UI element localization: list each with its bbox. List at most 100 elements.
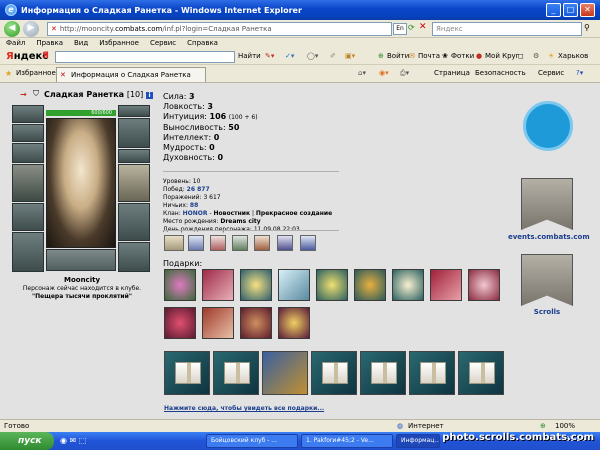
- help-icon[interactable]: ?▾: [576, 69, 583, 77]
- gift-item[interactable]: [164, 269, 196, 301]
- gift-box[interactable]: [311, 351, 357, 395]
- yandex-find-button[interactable]: Найти: [238, 52, 261, 60]
- mooncity-logo-icon[interactable]: [523, 101, 573, 151]
- search-placeholder: Яндекс: [436, 25, 463, 33]
- print-icon[interactable]: ⎙▾: [400, 69, 409, 78]
- yandex-login[interactable]: Войти: [387, 52, 409, 60]
- menu-help[interactable]: Справка: [187, 38, 218, 49]
- emblem-slot[interactable]: [46, 249, 116, 271]
- gift-box[interactable]: [262, 351, 308, 395]
- start-button[interactable]: пуск: [0, 432, 54, 450]
- stats-block: Сила: 3 Ловкость: 3 Интуиция: 106 (100 +…: [163, 92, 258, 163]
- gift-item[interactable]: [468, 269, 500, 301]
- clan-shield-icon: ⛉: [33, 89, 39, 98]
- gift-item[interactable]: [164, 307, 196, 339]
- chat-icon[interactable]: ◯▾: [307, 52, 318, 60]
- search-icon[interactable]: ⚲: [584, 23, 590, 32]
- zoom-text[interactable]: 100%: [555, 420, 575, 432]
- task-button-active[interactable]: Информац...: [396, 434, 440, 448]
- menu-file[interactable]: Файл: [6, 38, 25, 49]
- effect-shield-icon[interactable]: [300, 235, 316, 251]
- gift-box[interactable]: [360, 351, 406, 395]
- earring-slot[interactable]: [118, 105, 150, 117]
- minimize-button[interactable]: _: [546, 3, 561, 17]
- gift-item[interactable]: [316, 269, 348, 301]
- info-icon[interactable]: i: [146, 92, 154, 99]
- belt-slot[interactable]: [12, 232, 44, 272]
- tools-menu[interactable]: Сервис: [538, 69, 564, 77]
- maximize-button[interactable]: □: [563, 3, 578, 17]
- scrolls-banner-icon[interactable]: [521, 254, 573, 306]
- bookmark-icon[interactable]: ✓▾: [285, 52, 294, 60]
- clan-link[interactable]: HONOR: [183, 210, 208, 217]
- yandex-mycircle[interactable]: Мой Круг: [485, 52, 519, 60]
- home-icon[interactable]: ⌂▾: [358, 69, 366, 77]
- gift-item[interactable]: [240, 307, 272, 339]
- more-gifts-link[interactable]: Нажмите сюда, чтобы увидеть все подарки.…: [164, 405, 324, 412]
- pen-icon[interactable]: ✐: [330, 52, 336, 60]
- gift-box[interactable]: [409, 351, 455, 395]
- rings-slot[interactable]: [118, 149, 150, 163]
- menu-view[interactable]: Вид: [74, 38, 88, 49]
- effect-shield-icon[interactable]: [254, 235, 270, 251]
- events-banner-icon[interactable]: [521, 178, 573, 230]
- favorites-button[interactable]: Избранное: [16, 69, 56, 77]
- gift-item[interactable]: [354, 269, 386, 301]
- gift-item[interactable]: [430, 269, 462, 301]
- events-link[interactable]: events.combats.com: [508, 233, 590, 241]
- helmet-slot[interactable]: [12, 105, 44, 123]
- menu-edit[interactable]: Правка: [36, 38, 63, 49]
- character-title: Сладкая Ранетка [10] i: [44, 90, 154, 99]
- menu-tools[interactable]: Сервис: [150, 38, 176, 49]
- menu-favorites[interactable]: Избранное: [99, 38, 139, 49]
- address-bar[interactable]: ✕ http://mooncity. combats.com/inf.pl?log…: [47, 22, 392, 36]
- yandex-city[interactable]: Харьков: [558, 52, 588, 60]
- toolbar-icon[interactable]: ▣▾: [345, 52, 355, 60]
- gift-box[interactable]: [213, 351, 259, 395]
- yandex-mail[interactable]: Почта: [418, 52, 440, 60]
- gift-item[interactable]: [392, 269, 424, 301]
- stop-icon[interactable]: ✕: [419, 22, 427, 32]
- effect-shield-icon[interactable]: [188, 235, 204, 251]
- weapon-slot[interactable]: [12, 164, 44, 202]
- boots-slot[interactable]: [118, 242, 150, 272]
- gloves-slot[interactable]: [118, 118, 150, 148]
- marker-icon[interactable]: ✎▾: [265, 52, 274, 60]
- gear-icon[interactable]: ⚙: [533, 52, 539, 60]
- security-menu[interactable]: Безопасность: [475, 69, 526, 77]
- close-button[interactable]: ✕: [580, 3, 595, 17]
- yandex-photos[interactable]: Фотки: [451, 52, 474, 60]
- quicklaunch-icon[interactable]: ◉ ✉ ⬚: [60, 436, 86, 445]
- page-menu[interactable]: Страница: [434, 69, 470, 77]
- gift-box[interactable]: [458, 351, 504, 395]
- effect-shield-icon[interactable]: [210, 235, 226, 251]
- effect-shield-icon[interactable]: [277, 235, 293, 251]
- gift-box[interactable]: [164, 351, 210, 395]
- rss-icon[interactable]: ◉▾: [379, 69, 389, 77]
- refresh-icon[interactable]: ⟳: [408, 23, 415, 32]
- window-title: Информация о Сладкая Ранетка - Windows I…: [21, 5, 302, 15]
- shield-slot[interactable]: [118, 164, 150, 202]
- forward-button[interactable]: ▶: [23, 21, 39, 37]
- gift-item[interactable]: [240, 269, 272, 301]
- back-button[interactable]: ◀: [4, 21, 20, 37]
- tab-info[interactable]: ✕ Информация о Сладкая Ранетка: [56, 67, 206, 82]
- search-input[interactable]: Яндекс: [432, 22, 582, 36]
- effect-scroll-icon[interactable]: [164, 235, 184, 251]
- scrolls-link[interactable]: Scrolls: [508, 308, 586, 316]
- task-button[interactable]: 1. Pakforи#45;2 - Ve...: [301, 434, 393, 448]
- gift-item[interactable]: [202, 307, 234, 339]
- task-button[interactable]: Бойцовский клуб - ...: [206, 434, 298, 448]
- armor-slot[interactable]: [12, 203, 44, 231]
- necklace-slot[interactable]: [12, 124, 44, 142]
- yandex-search-input[interactable]: [55, 51, 235, 63]
- address-prefix: http://mooncity.: [59, 25, 116, 33]
- lang-button[interactable]: En: [393, 23, 407, 35]
- location-text: Персонаж сейчас находится в клубе.: [22, 285, 142, 292]
- gift-item[interactable]: [278, 269, 310, 301]
- gift-item[interactable]: [202, 269, 234, 301]
- gift-item[interactable]: [278, 307, 310, 339]
- ring-slot[interactable]: [12, 143, 44, 163]
- pants-slot[interactable]: [118, 203, 150, 241]
- effect-shield-icon[interactable]: [232, 235, 248, 251]
